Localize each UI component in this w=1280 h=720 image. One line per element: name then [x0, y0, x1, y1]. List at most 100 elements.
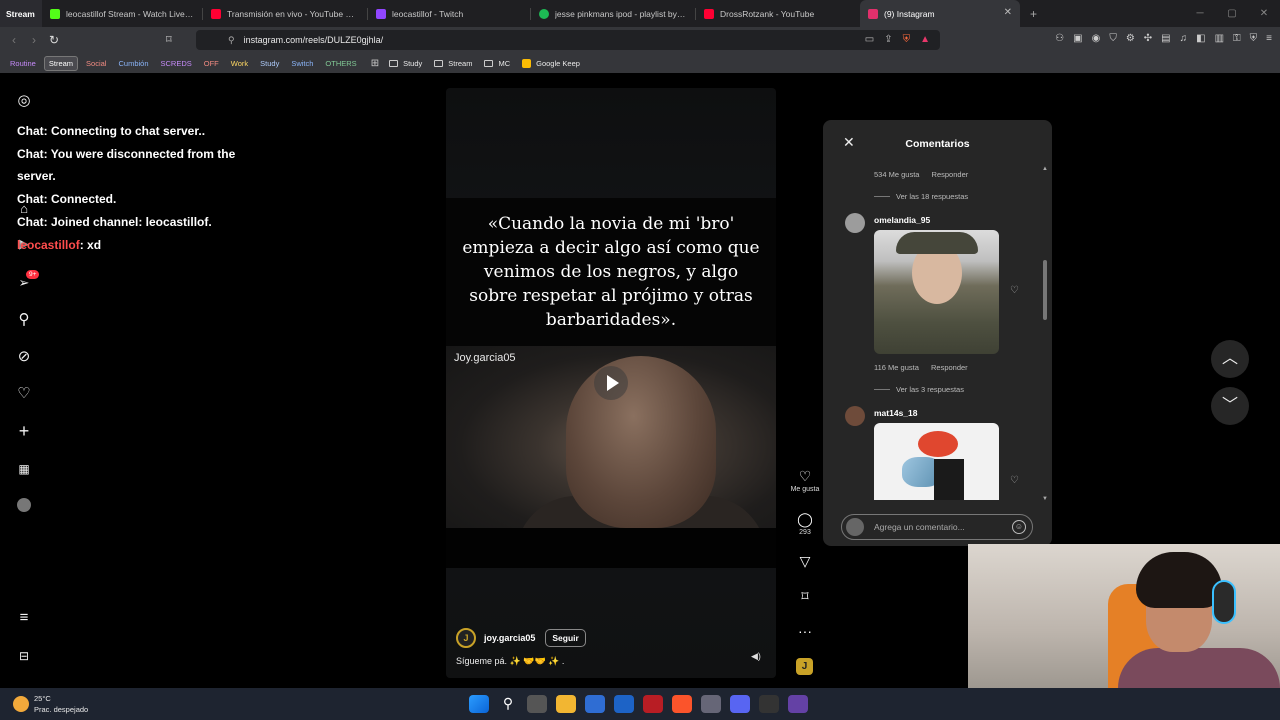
close-tab-icon[interactable]: ✕: [1004, 7, 1012, 18]
brave-icon[interactable]: [672, 695, 692, 713]
app-icon[interactable]: [614, 695, 634, 713]
extension-icon[interactable]: ⚙: [1126, 33, 1135, 44]
bookmark-tag[interactable]: Switch: [287, 57, 317, 70]
tab-youtube-studio[interactable]: Transmisión en vivo - YouTube Studio: [203, 0, 367, 27]
task-view-icon[interactable]: [527, 695, 547, 713]
vpn-icon[interactable]: ⚿: [1233, 33, 1241, 44]
bookmark-tag[interactable]: Study: [256, 57, 283, 70]
site-info-icon[interactable]: ⚲: [228, 35, 235, 46]
store-icon[interactable]: [585, 695, 605, 713]
volume-icon[interactable]: ◀): [751, 651, 761, 662]
file-explorer-icon[interactable]: [556, 695, 576, 713]
bookmark-google-keep[interactable]: Google Keep: [522, 58, 580, 68]
discord-icon[interactable]: [730, 695, 750, 713]
comment-image[interactable]: [874, 230, 999, 354]
music-icon[interactable]: ♫: [1180, 33, 1188, 44]
brave-rewards-icon[interactable]: ▲: [920, 34, 930, 45]
address-bar[interactable]: ⌑ ⚲ instagram.com/reels/DULZE0gjhla/ ▭ ⇪…: [166, 30, 940, 50]
share-button[interactable]: ▽: [789, 553, 821, 569]
back-icon[interactable]: ‹: [4, 33, 24, 47]
bookmark-folder[interactable]: Study: [389, 59, 422, 68]
author-avatar[interactable]: J: [456, 628, 476, 648]
view-replies-link[interactable]: Ver las 18 respuestas: [874, 192, 968, 201]
sidebar-icon[interactable]: ◧: [1196, 33, 1205, 44]
comment-username[interactable]: mat14s_18: [874, 408, 917, 418]
scroll-down-icon[interactable]: ▼: [1042, 496, 1048, 502]
tab-kick[interactable]: leocastillof Stream - Watch Live on K: [42, 0, 202, 27]
reply-link[interactable]: Responder: [932, 170, 969, 179]
explore-icon[interactable]: ⊘: [16, 349, 32, 365]
windows-start-icon[interactable]: [469, 695, 489, 713]
scroll-up-icon[interactable]: ▲: [1042, 166, 1048, 172]
bookmark-folder[interactable]: MC: [484, 59, 510, 68]
reel-player[interactable]: «Cuando la novia de mi 'bro' empieza a d…: [446, 88, 776, 678]
extension-icon[interactable]: ◉: [1092, 33, 1101, 44]
bookmark-tag[interactable]: Routine: [6, 57, 40, 70]
taskbar-search-icon[interactable]: ⚲: [498, 695, 518, 713]
bookmark-tag[interactable]: OTHERS: [321, 57, 360, 70]
tab-stream-group[interactable]: Stream: [0, 0, 42, 27]
apps-grid-icon[interactable]: ⊞: [371, 58, 379, 69]
extension-icon[interactable]: ⚇: [1055, 33, 1064, 44]
extension-icon[interactable]: ⛉: [1109, 33, 1117, 44]
app-icon[interactable]: [788, 695, 808, 713]
meta-apps-icon[interactable]: ⊟: [16, 648, 32, 664]
comment-image[interactable]: [874, 423, 999, 500]
next-reel-button[interactable]: ﹀: [1211, 387, 1249, 425]
previous-reel-button[interactable]: ︿: [1211, 340, 1249, 378]
instagram-logo-icon[interactable]: ◎: [16, 93, 32, 109]
obs-icon[interactable]: [759, 695, 779, 713]
close-window-icon[interactable]: ✕: [1248, 0, 1280, 27]
wallet-icon[interactable]: ▥: [1215, 33, 1224, 44]
weather-widget[interactable]: 25°C Prac. despejado: [13, 693, 88, 715]
comment-avatar[interactable]: [845, 406, 865, 426]
maximize-icon[interactable]: ▢: [1216, 0, 1248, 27]
bookmark-tag[interactable]: Cumbión: [114, 57, 152, 70]
comment-input[interactable]: Agrega un comentario... ☺: [841, 514, 1033, 540]
share-icon[interactable]: ⇪: [884, 34, 892, 45]
new-tab-icon[interactable]: +: [1030, 7, 1037, 21]
emoji-icon[interactable]: ☺: [1012, 520, 1026, 534]
brave-shield-icon[interactable]: ⛨: [903, 34, 911, 45]
reel-video-frame[interactable]: Joy.garcia05: [446, 346, 776, 528]
settings-icon[interactable]: [701, 695, 721, 713]
bookmark-tag[interactable]: Work: [227, 57, 252, 70]
extension-icon[interactable]: ▤: [1161, 33, 1170, 44]
reply-link[interactable]: Responder: [931, 363, 968, 372]
play-button[interactable]: [594, 366, 628, 400]
comment-username[interactable]: omelandia_95: [874, 215, 930, 225]
comment-like-icon[interactable]: ♡: [1010, 285, 1019, 296]
profile-avatar[interactable]: [17, 498, 31, 512]
tab-twitch[interactable]: leocastillof - Twitch: [368, 0, 530, 27]
bookmark-folder[interactable]: Stream: [434, 59, 472, 68]
comments-list[interactable]: 534 Me gusta Responder Ver las 18 respue…: [823, 165, 1052, 500]
audio-avatar[interactable]: J: [796, 658, 813, 675]
bookmark-tag[interactable]: OFF: [200, 57, 223, 70]
extension-icon[interactable]: ▣: [1073, 33, 1082, 44]
tab-spotify[interactable]: jesse pinkmans ipod - playlist by jayd: [531, 0, 695, 27]
reload-icon[interactable]: ↻: [44, 33, 64, 47]
heart-icon[interactable]: ♡: [16, 386, 32, 402]
puzzle-icon[interactable]: ✣: [1144, 33, 1152, 44]
bookmark-tag[interactable]: Stream: [43, 55, 79, 71]
comment-button[interactable]: ◯ 293: [789, 511, 821, 536]
save-button[interactable]: ⌑: [789, 588, 821, 604]
shield-icon[interactable]: ⛨: [1250, 33, 1258, 44]
tab-instagram[interactable]: (9) Instagram ✕: [860, 0, 1020, 27]
forward-icon[interactable]: ›: [24, 33, 44, 47]
menu-icon[interactable]: ≡: [1266, 33, 1272, 44]
follow-button[interactable]: Seguir: [545, 629, 586, 647]
dashboard-icon[interactable]: ▦: [16, 461, 32, 477]
comments-scrollbar[interactable]: ▲ ▼: [1042, 166, 1048, 502]
author-username[interactable]: joy.garcia05: [484, 633, 535, 643]
minimize-icon[interactable]: ─: [1184, 0, 1216, 27]
like-button[interactable]: ♡ Me gusta: [789, 468, 821, 493]
tab-youtube-dross[interactable]: DrossRotzank - YouTube: [696, 0, 860, 27]
more-menu-icon[interactable]: ≡: [16, 610, 32, 626]
create-icon[interactable]: +: [16, 422, 32, 440]
cast-icon[interactable]: ▭: [865, 34, 874, 45]
view-replies-link[interactable]: Ver las 3 respuestas: [874, 385, 964, 394]
comment-like-icon[interactable]: ♡: [1010, 475, 1019, 486]
scroll-thumb[interactable]: [1043, 260, 1047, 320]
bookmark-tag[interactable]: SCREDS: [157, 57, 196, 70]
